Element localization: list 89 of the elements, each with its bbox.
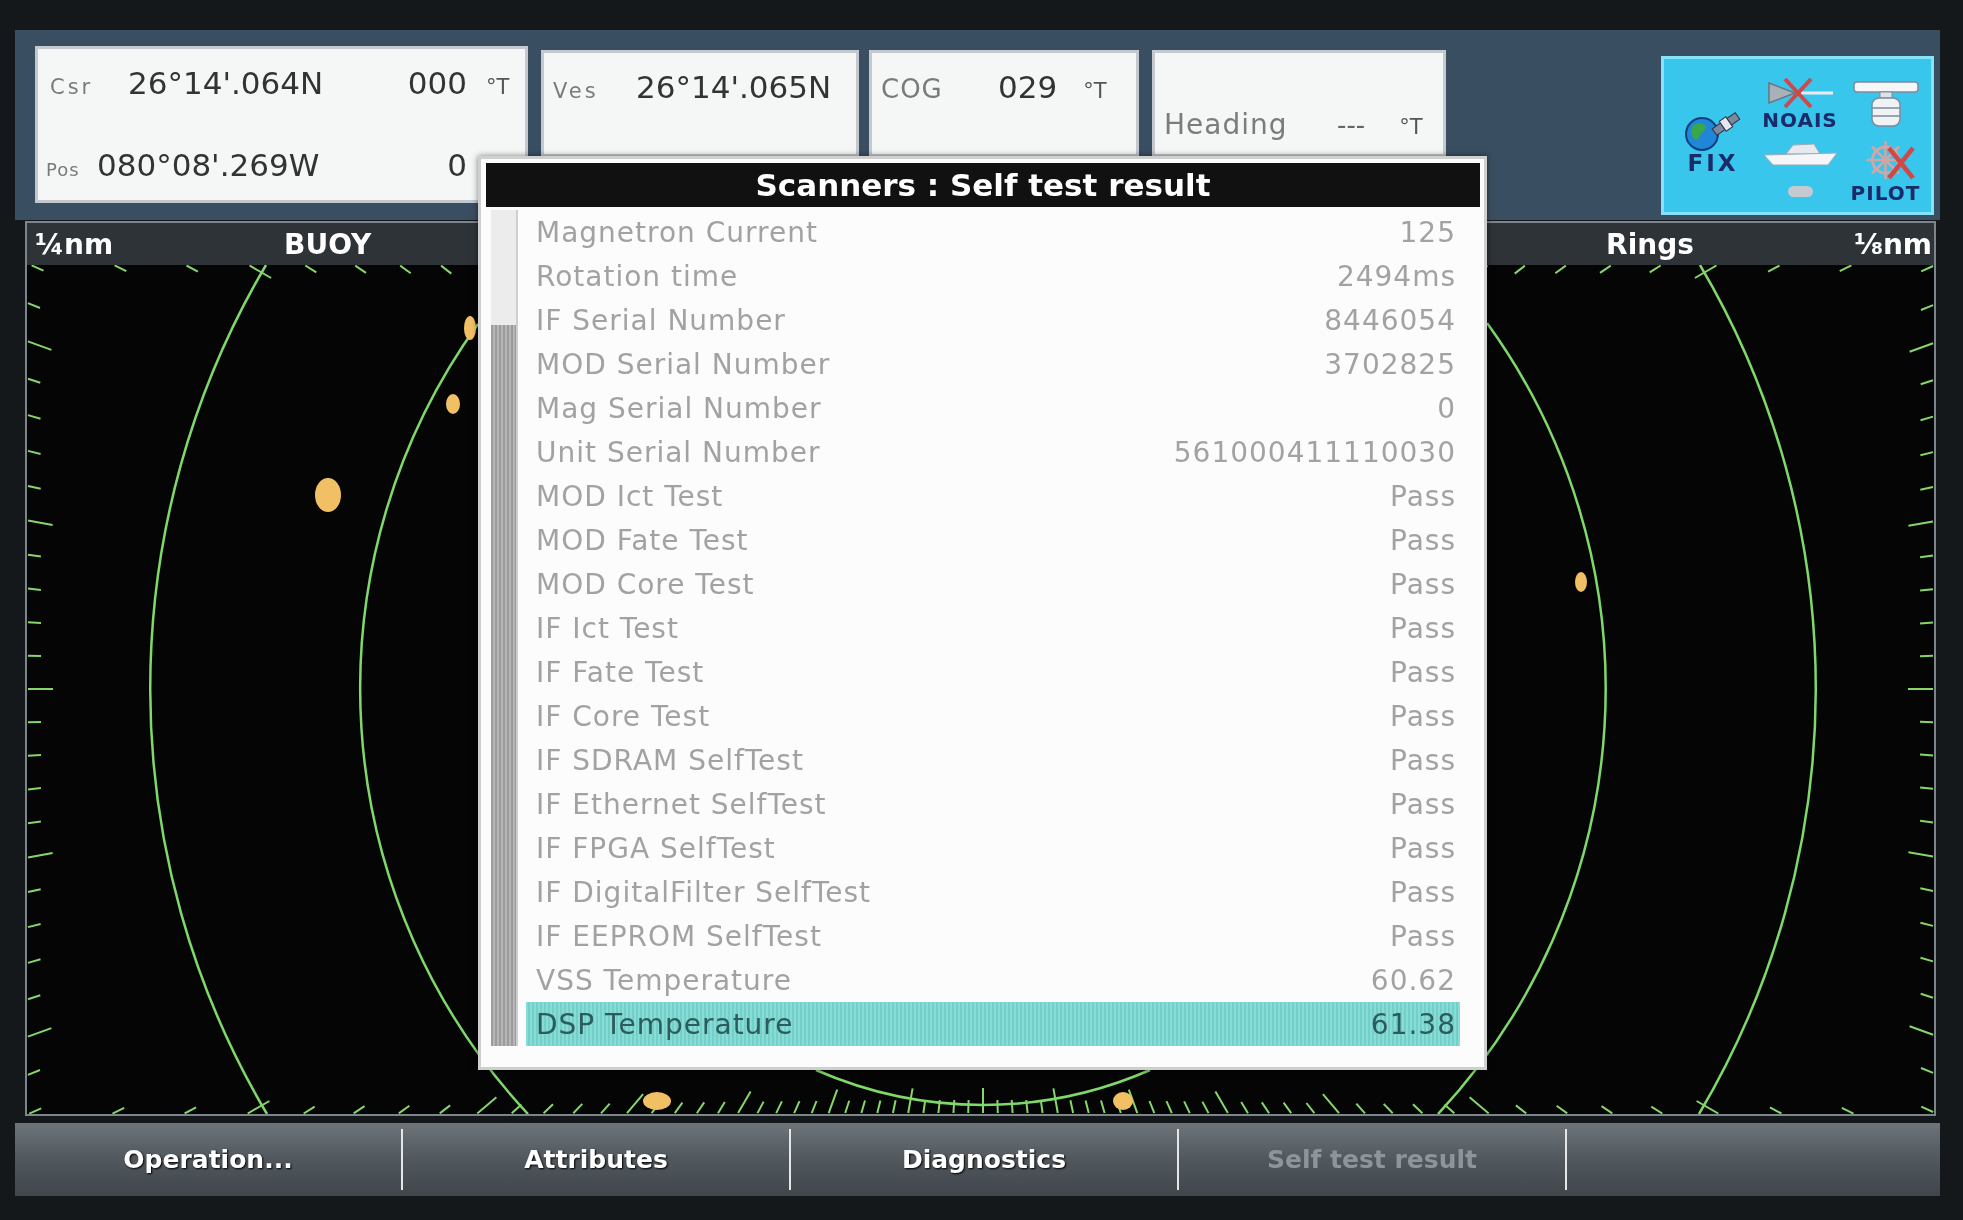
softkey-button[interactable]: Attributes — [403, 1129, 791, 1190]
result-row[interactable]: Rotation time 2494ms — [526, 254, 1460, 298]
test-value: Pass — [1390, 655, 1456, 689]
result-row[interactable]: MOD Serial Number 3702825 — [526, 342, 1460, 386]
test-value: Pass — [1390, 523, 1456, 557]
latitude-value: 26°14'.065N — [636, 68, 832, 107]
unit-label: °T — [1083, 78, 1107, 105]
test-name: DSP Temperature — [536, 1007, 794, 1041]
test-name: IF Fate Test — [536, 655, 705, 689]
cursor-label: Csr — [50, 74, 95, 101]
test-name: MOD Fate Test — [536, 523, 749, 557]
result-row[interactable]: IF Fate Test Pass — [526, 650, 1460, 694]
result-row[interactable]: MOD Fate Test Pass — [526, 518, 1460, 562]
result-row[interactable]: DSP Temperature 61.38 — [526, 1002, 1460, 1046]
heading-value: --- — [1337, 109, 1366, 142]
result-row[interactable]: IF EEPROM SelfTest Pass — [526, 914, 1460, 958]
test-value: Pass — [1390, 567, 1456, 601]
test-value: 3702825 — [1324, 347, 1456, 381]
radar-echo — [464, 316, 476, 340]
test-name: IF Ict Test — [536, 611, 679, 645]
vessel-label: Ves — [553, 78, 600, 105]
range-label: ¼nm — [35, 227, 114, 261]
unit-label: °T — [486, 74, 511, 101]
result-row[interactable]: IF FPGA SelfTest Pass — [526, 826, 1460, 870]
result-row[interactable]: IF Ethernet SelfTest Pass — [526, 782, 1460, 826]
result-row[interactable]: IF Core Test Pass — [526, 694, 1460, 738]
status-label: PILOT — [1850, 181, 1921, 204]
test-name: Rotation time — [536, 259, 739, 293]
longitude-value: 080°08'.269W — [97, 146, 320, 185]
result-row[interactable]: Unit Serial Number 561000411110030 — [526, 430, 1460, 474]
status-label: NOAIS — [1762, 109, 1838, 131]
softkey-button[interactable]: Operation... — [15, 1129, 403, 1190]
test-name: IF Ethernet SelfTest — [536, 787, 827, 821]
test-value: 561000411110030 — [1173, 435, 1456, 469]
test-name: Mag Serial Number — [536, 391, 822, 425]
test-value: Pass — [1390, 875, 1456, 909]
result-row[interactable]: IF SDRAM SelfTest Pass — [526, 738, 1460, 782]
test-name: MOD Ict Test — [536, 479, 724, 513]
test-name: IF SDRAM SelfTest — [536, 743, 804, 777]
radar-echo — [1113, 1092, 1133, 1110]
cog-value: 029 — [998, 68, 1058, 107]
result-row[interactable]: Mag Serial Number 0 — [526, 386, 1460, 430]
test-value: Pass — [1390, 699, 1456, 733]
result-row[interactable]: IF Ict Test Pass — [526, 606, 1460, 650]
radar-echo — [315, 478, 341, 512]
test-name: MOD Serial Number — [536, 347, 831, 381]
cog-label: COG — [881, 73, 944, 106]
test-value: Pass — [1390, 831, 1456, 865]
result-row[interactable]: IF DigitalFilter SelfTest Pass — [526, 870, 1460, 914]
unit-label: °T — [1399, 114, 1423, 141]
test-value: Pass — [1390, 787, 1456, 821]
radar-echo — [643, 1092, 671, 1110]
status-label: FIX — [1687, 151, 1739, 174]
test-name: IF FPGA SelfTest — [536, 831, 776, 865]
rings-range-label: ⅛nm — [1853, 227, 1932, 261]
range-value: 0 — [447, 146, 467, 185]
latitude-value: 26°14'.064N — [128, 64, 324, 103]
test-value: Pass — [1390, 919, 1456, 953]
test-value: 61.38 — [1370, 1007, 1456, 1041]
test-value: Pass — [1390, 611, 1456, 645]
result-row[interactable]: Magnetron Current 125 — [526, 210, 1460, 254]
test-value: 60.62 — [1370, 963, 1456, 997]
dialog-title: Scanners : Self test result — [486, 163, 1480, 207]
test-name: IF Serial Number — [536, 303, 786, 337]
test-value: Pass — [1390, 743, 1456, 777]
bearing-value: 000 — [407, 64, 467, 103]
result-row[interactable]: MOD Ict Test Pass — [526, 474, 1460, 518]
test-name: IF Core Test — [536, 699, 711, 733]
radar-echo — [1575, 572, 1587, 592]
test-name: IF DigitalFilter SelfTest — [536, 875, 872, 909]
result-row[interactable]: MOD Core Test Pass — [526, 562, 1460, 606]
test-value: 0 — [1437, 391, 1456, 425]
mode-label: BUOY — [284, 227, 372, 261]
test-value: 125 — [1399, 215, 1456, 249]
test-name: MOD Core Test — [536, 567, 755, 601]
result-row[interactable]: VSS Temperature 60.62 — [526, 958, 1460, 1002]
rings-label: Rings — [1606, 227, 1694, 261]
test-value: Pass — [1390, 479, 1456, 513]
test-name: VSS Temperature — [536, 963, 792, 997]
softkey-button[interactable]: Diagnostics — [791, 1129, 1179, 1190]
result-row[interactable]: IF Serial Number 8446054 — [526, 298, 1460, 342]
position-label: Pos — [46, 158, 81, 182]
test-value: 8446054 — [1324, 303, 1456, 337]
test-name: Unit Serial Number — [536, 435, 821, 469]
heading-label: Heading — [1164, 107, 1289, 143]
test-name: Magnetron Current — [536, 215, 818, 249]
test-name: IF EEPROM SelfTest — [536, 919, 822, 953]
test-value: 2494ms — [1336, 259, 1456, 293]
radar-echo — [446, 394, 460, 414]
